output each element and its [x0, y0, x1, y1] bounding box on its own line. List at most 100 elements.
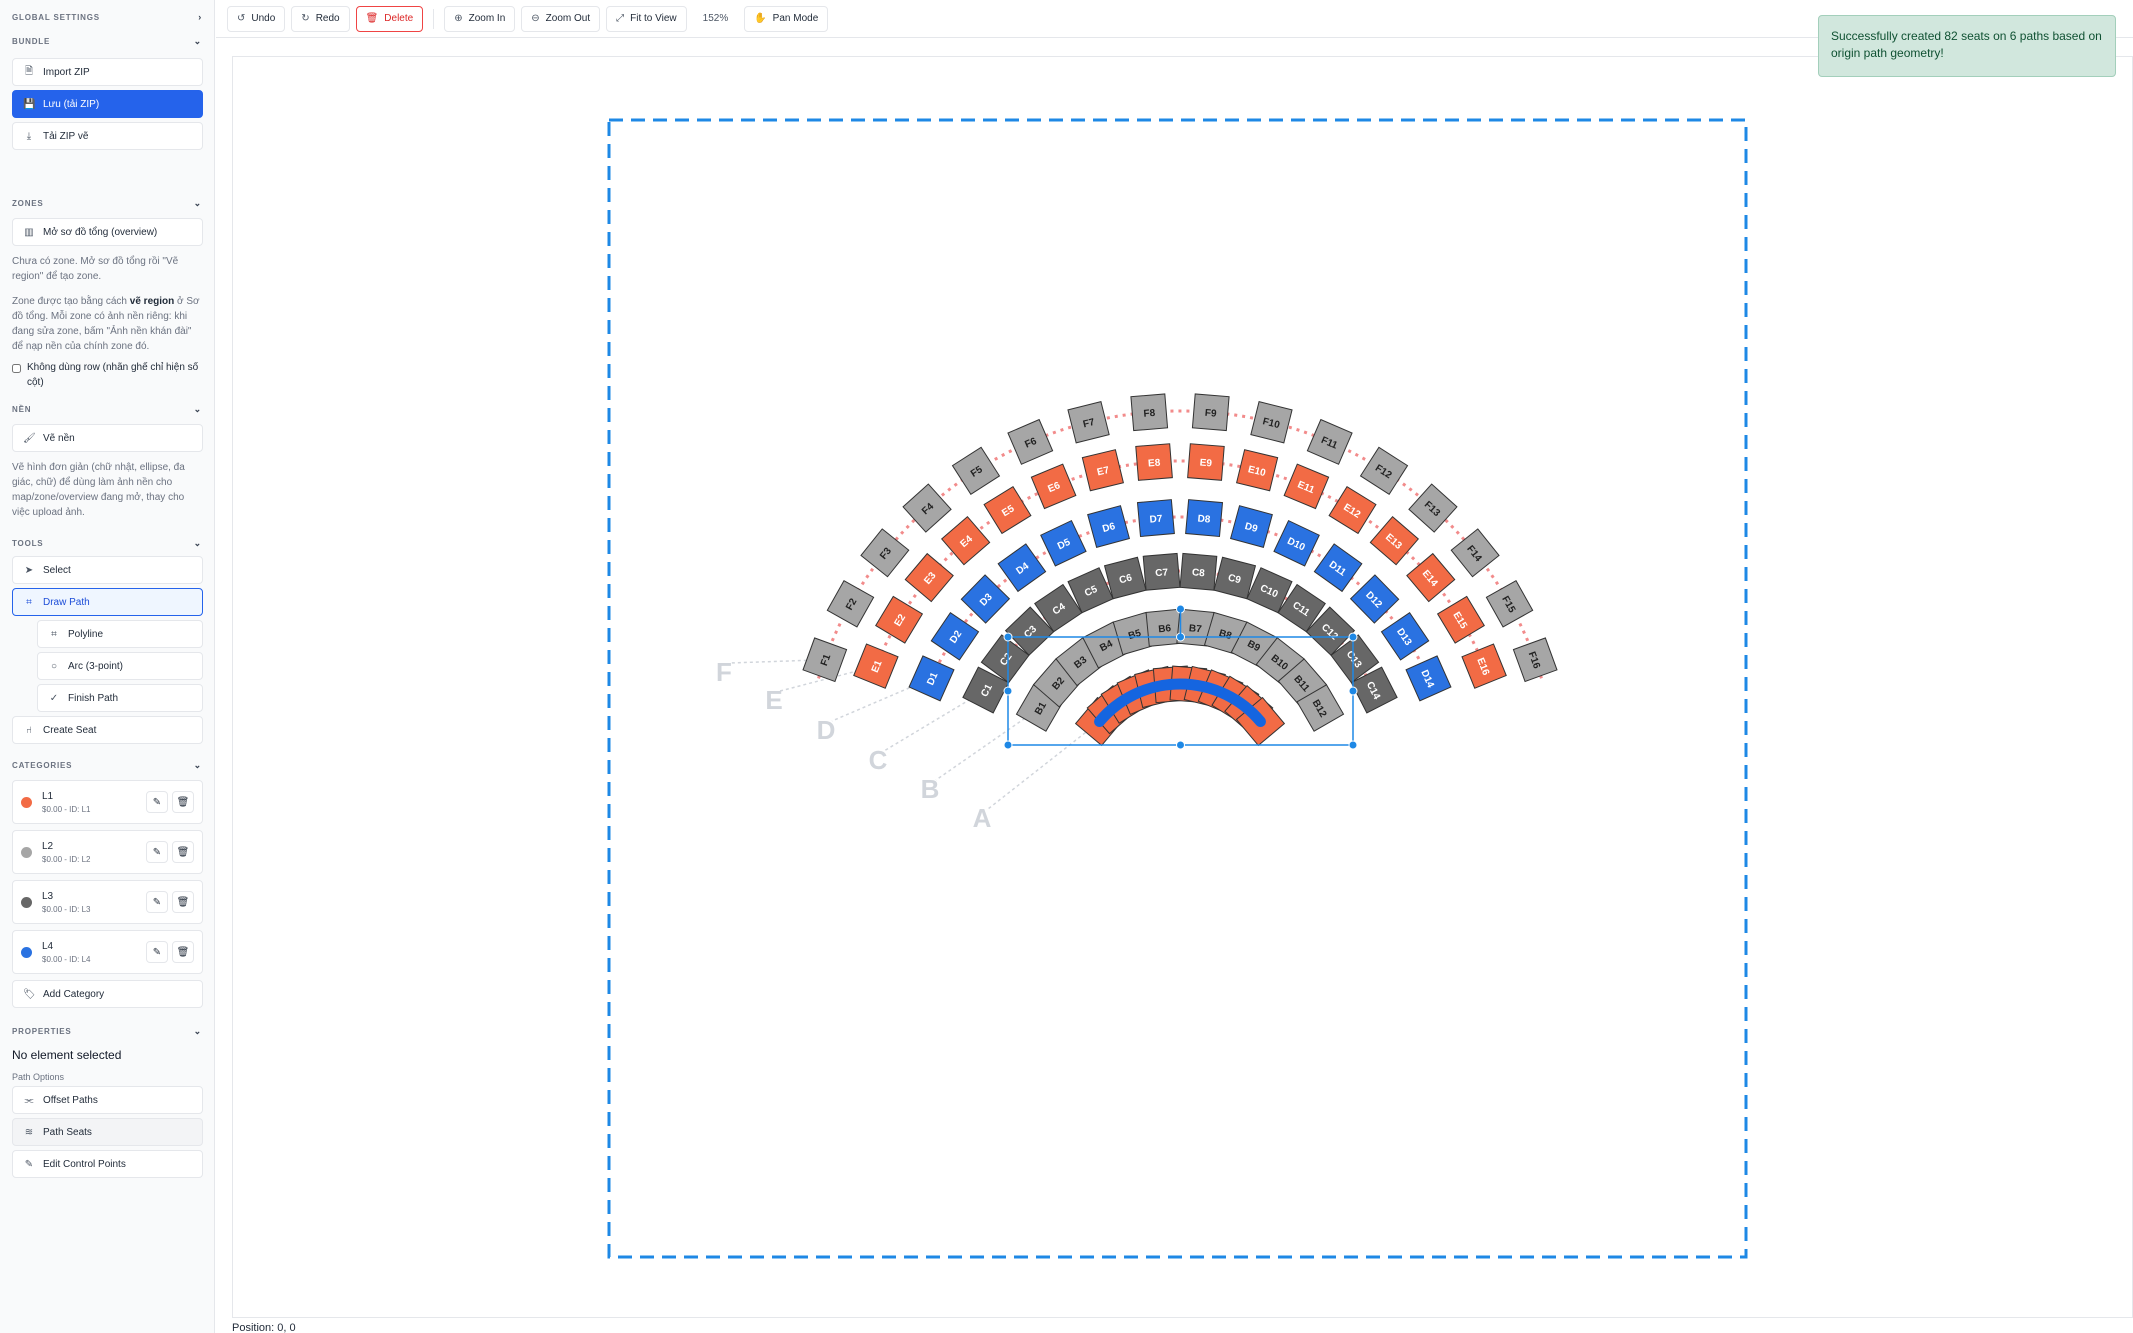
seat[interactable]: E4 [940, 516, 991, 566]
seat[interactable]: E6 [1030, 463, 1077, 510]
trash-icon[interactable]: 🗑 [172, 941, 194, 963]
trash-icon[interactable]: 🗑 [172, 891, 194, 913]
seat-map-canvas[interactable]: ABCDEF B1 B2 B3 B4 B5 B6 B7 B8 B9 B10 B11 B12 C1 C2 C3… [232, 56, 2133, 1318]
open-overview-button[interactable]: ▥ Mở sơ đồ tổng (overview) [12, 218, 203, 246]
seat[interactable]: D3 [960, 574, 1011, 624]
seat[interactable]: F4 [902, 483, 952, 533]
seat[interactable]: D13 [1380, 611, 1430, 661]
seat[interactable]: D1 [908, 655, 955, 702]
seat[interactable]: E5 [983, 485, 1032, 535]
resize-handle[interactable] [1003, 686, 1013, 696]
select-tool-button[interactable]: ➤ Select [12, 556, 203, 584]
seat[interactable]: D11 [1313, 543, 1363, 593]
seat[interactable]: F9 [1191, 393, 1230, 432]
seat[interactable]: F6 [1007, 418, 1054, 465]
download-zip-button[interactable]: ⤓ Tải ZIP vẽ [12, 122, 203, 150]
trash-icon[interactable]: 🗑 [172, 791, 194, 813]
seat[interactable]: F12 [1359, 446, 1409, 495]
create-seat-button[interactable]: ⑁ Create Seat [12, 716, 203, 744]
seat[interactable]: E10 [1236, 449, 1279, 492]
seat[interactable]: F16 [1512, 637, 1558, 683]
trash-icon[interactable]: 🗑 [172, 841, 194, 863]
seat[interactable]: D4 [997, 543, 1047, 593]
seat[interactable]: E12 [1328, 485, 1377, 535]
seat[interactable]: E9 [1187, 443, 1225, 481]
categories-header[interactable]: CATEGORIES ⌄ [12, 756, 202, 774]
seat[interactable]: D10 [1273, 519, 1320, 567]
seat[interactable]: E14 [1406, 552, 1456, 603]
seat[interactable]: C7 [1142, 552, 1181, 591]
draw-bg-button[interactable]: 🖌 Vẽ nền [12, 424, 203, 452]
edit-control-points-button[interactable]: ✎ Edit Control Points [12, 1150, 203, 1178]
edit-icon[interactable]: ✎ [146, 841, 168, 863]
seat[interactable]: E1 [853, 643, 899, 689]
category-item[interactable]: L4 $0.00 - ID: L4 ✎ 🗑 [12, 930, 203, 974]
seat[interactable]: F13 [1408, 483, 1458, 533]
seat[interactable]: F15 [1485, 579, 1534, 628]
seat[interactable]: C9 [1213, 556, 1257, 600]
seat[interactable]: C8 [1179, 552, 1218, 591]
seat[interactable]: D5 [1040, 519, 1087, 567]
seat[interactable]: D9 [1229, 505, 1273, 549]
seat[interactable]: F3 [860, 528, 910, 578]
seat[interactable]: D7 [1136, 499, 1175, 538]
seat[interactable]: D6 [1087, 505, 1131, 549]
seat[interactable]: E13 [1369, 516, 1420, 566]
arc-button[interactable]: ○ Arc (3-point) [37, 652, 203, 680]
polyline-button[interactable]: ⌗ Polyline [37, 620, 203, 648]
edit-icon[interactable]: ✎ [146, 891, 168, 913]
undo-button[interactable]: ↺ Undo [227, 5, 286, 32]
resize-handle[interactable] [1348, 686, 1358, 696]
edit-icon[interactable]: ✎ [146, 941, 168, 963]
no-row-checkbox-input[interactable] [12, 364, 21, 373]
import-zip-button[interactable]: 🗎 Import ZIP [12, 58, 203, 86]
seat[interactable]: D2 [930, 611, 980, 661]
category-item[interactable]: L1 $0.00 - ID: L1 ✎ 🗑 [12, 780, 203, 824]
bundle-header[interactable]: BUNDLE ⌄ [12, 32, 202, 50]
seat[interactable]: D8 [1185, 499, 1224, 538]
category-item[interactable]: L2 $0.00 - ID: L2 ✎ 🗑 [12, 830, 203, 874]
resize-handle[interactable] [1348, 632, 1358, 642]
seat[interactable]: F14 [1450, 528, 1500, 578]
path-seats-button[interactable]: ≋ Path Seats [12, 1118, 203, 1146]
zoom-out-button[interactable]: ⊖ Zoom Out [521, 5, 601, 32]
seat[interactable]: D14 [1405, 655, 1452, 702]
seat[interactable]: F7 [1067, 401, 1110, 444]
pan-mode-button[interactable]: ✋ Pan Mode [744, 5, 829, 32]
seat[interactable]: E15 [1436, 595, 1485, 644]
resize-handle[interactable] [1176, 740, 1185, 750]
add-category-button[interactable]: 🏷 Add Category [12, 980, 203, 1008]
seat[interactable]: E11 [1283, 463, 1330, 510]
seat[interactable]: F5 [951, 446, 1001, 495]
resize-handle[interactable] [1003, 632, 1013, 642]
category-item[interactable]: L3 $0.00 - ID: L3 ✎ 🗑 [12, 880, 203, 924]
edit-icon[interactable]: ✎ [146, 791, 168, 813]
seat[interactable]: F10 [1250, 401, 1293, 444]
properties-header[interactable]: PROPERTIES ⌄ [12, 1022, 202, 1040]
seat[interactable]: E16 [1461, 643, 1507, 689]
save-zip-button[interactable]: 💾 Lưu (tải ZIP) [12, 90, 203, 118]
seat[interactable]: F11 [1306, 418, 1353, 465]
zoom-in-button[interactable]: ⊕ Zoom In [444, 5, 516, 32]
zones-header[interactable]: ZONES ⌄ [12, 194, 202, 212]
bg-header[interactable]: NỀN ⌄ [12, 400, 202, 418]
tools-header[interactable]: TOOLS ⌄ [12, 534, 202, 552]
finish-path-button[interactable]: ✓ Finish Path [37, 684, 203, 712]
redo-button[interactable]: ↻ Redo [291, 5, 350, 32]
seat[interactable]: C6 [1103, 556, 1147, 600]
delete-button[interactable]: 🗑 Delete [355, 5, 424, 32]
draw-path-button[interactable]: ⌗ Draw Path [12, 588, 203, 616]
offset-paths-button[interactable]: ⫘ Offset Paths [12, 1086, 203, 1114]
seat[interactable]: F2 [826, 579, 875, 628]
global-settings-header[interactable]: GLOBAL SETTINGS › [12, 8, 202, 26]
resize-handle[interactable] [1348, 740, 1358, 750]
seat[interactable]: E8 [1135, 443, 1173, 481]
seat-map-svg[interactable]: ABCDEF B1B2B3B4B5 B6 B7 B8B9B10B11B12C1C2C3… [233, 57, 2133, 1318]
seat[interactable]: E7 [1081, 449, 1124, 492]
resize-handle[interactable] [1003, 740, 1013, 750]
seat[interactable]: E2 [875, 595, 924, 644]
button-label: Select [43, 564, 71, 576]
no-row-checkbox[interactable]: Không dùng row (nhãn ghế chỉ hiện số cột… [12, 360, 202, 390]
fit-to-view-button[interactable]: ⤢ Fit to View [606, 5, 687, 32]
seat[interactable]: F8 [1130, 393, 1169, 432]
